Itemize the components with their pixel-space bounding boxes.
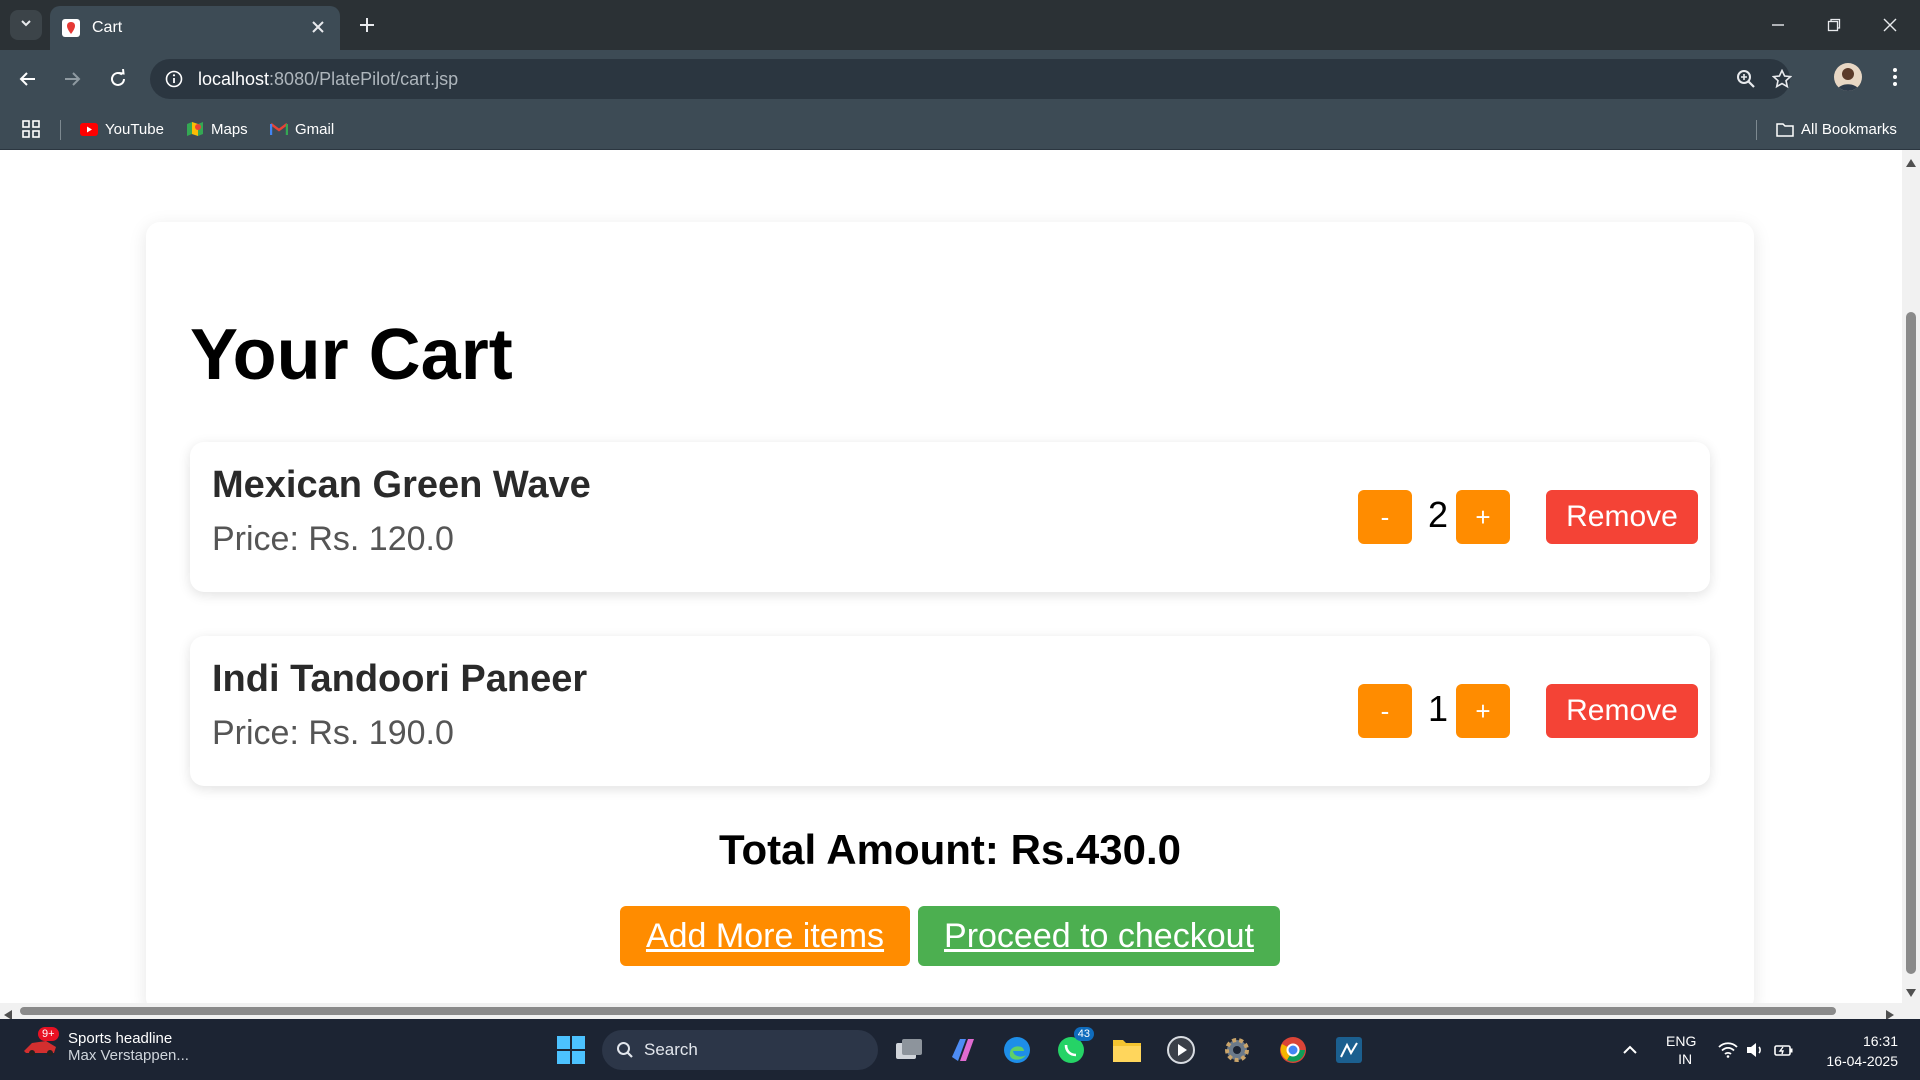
increase-quantity-button[interactable]: +: [1456, 490, 1510, 544]
forward-arrow-icon[interactable]: [56, 63, 88, 95]
taskbar-search[interactable]: Search: [602, 1030, 878, 1070]
battery-icon[interactable]: [1774, 1019, 1794, 1080]
language-indicator[interactable]: ENG IN: [1666, 1019, 1696, 1080]
system-clock[interactable]: 16:31 16-04-2025: [1808, 1031, 1898, 1071]
add-more-items-link[interactable]: Add More items: [620, 906, 910, 966]
show-hidden-icons-chevron[interactable]: [1622, 1019, 1638, 1080]
bookmark-gmail[interactable]: Gmail: [270, 116, 334, 142]
horizontal-scrollbar[interactable]: [0, 1003, 1920, 1020]
reload-icon[interactable]: [102, 63, 134, 95]
bookmark-youtube[interactable]: YouTube: [80, 116, 164, 142]
mysql-workbench-icon[interactable]: [1332, 1033, 1366, 1067]
sports-car-icon: 9+: [22, 1027, 59, 1065]
all-bookmarks-button[interactable]: All Bookmarks: [1776, 116, 1897, 142]
vertical-scroll-thumb[interactable]: [1906, 312, 1916, 974]
gmail-icon: [270, 120, 288, 138]
all-bookmarks-label: All Bookmarks: [1801, 120, 1897, 138]
tab-search-button[interactable]: [10, 10, 42, 40]
copilot-icon[interactable]: [946, 1033, 980, 1067]
remove-item-button[interactable]: Remove: [1546, 490, 1698, 544]
restore-icon[interactable]: [1806, 0, 1862, 50]
item-price: Price: Rs. 120.0: [212, 520, 454, 558]
news-badge: 9+: [38, 1027, 59, 1041]
quantity-value: 1: [1427, 688, 1449, 729]
decrease-quantity-button[interactable]: -: [1358, 490, 1412, 544]
wifi-icon[interactable]: [1718, 1019, 1738, 1080]
item-name: Indi Tandoori Paneer: [212, 658, 588, 700]
chevron-down-icon: [19, 16, 33, 35]
tab-strip: Cart: [0, 0, 1920, 50]
decrease-quantity-button[interactable]: -: [1358, 684, 1412, 738]
new-tab-button[interactable]: [352, 10, 382, 40]
news-widget[interactable]: 9+ Sports headline Max Verstappen...: [22, 1027, 189, 1065]
close-tab-icon[interactable]: [308, 17, 328, 40]
bookmarks-separator: [60, 120, 61, 140]
search-placeholder: Search: [644, 1040, 698, 1059]
bookmarks-separator: [1756, 120, 1757, 140]
whatsapp-badge: 43: [1073, 1027, 1094, 1041]
site-info-icon[interactable]: [164, 69, 184, 89]
apps-grid-icon[interactable]: [22, 116, 40, 142]
horizontal-scroll-thumb[interactable]: [20, 1007, 1836, 1015]
windows-taskbar: 9+ Sports headline Max Verstappen... Sea…: [0, 1019, 1920, 1080]
cart-item: Mexican Green Wave Price: Rs. 120.0 - 2 …: [190, 442, 1710, 592]
clock-date: 16-04-2025: [1826, 1053, 1898, 1069]
item-price: Price: Rs. 190.0: [212, 714, 454, 752]
whatsapp-icon[interactable]: 43: [1054, 1027, 1094, 1067]
address-bar[interactable]: localhost :8080/PlatePilot/cart.jsp: [150, 59, 1793, 99]
bookmark-star-icon[interactable]: [1771, 68, 1793, 89]
media-player-icon[interactable]: [1164, 1033, 1198, 1067]
bookmark-maps[interactable]: Maps: [186, 116, 248, 142]
proceed-to-checkout-link[interactable]: Proceed to checkout: [918, 906, 1280, 966]
windows-start-icon[interactable]: [556, 1035, 586, 1065]
tab-title: Cart: [92, 19, 123, 36]
news-subtitle: Max Verstappen...: [68, 1047, 189, 1064]
zoom-icon[interactable]: [1736, 69, 1756, 89]
profile-avatar[interactable]: [1834, 63, 1862, 91]
file-explorer-icon[interactable]: [1110, 1033, 1144, 1067]
bookmarks-bar: YouTube Maps Gmail All Bookmarks: [0, 108, 1920, 150]
page-viewport: Your Cart Mexican Green Wave Price: Rs. …: [0, 150, 1902, 1003]
item-name: Mexican Green Wave: [212, 464, 591, 506]
task-view-icon[interactable]: [892, 1033, 926, 1067]
folder-icon: [1776, 120, 1794, 138]
browser-toolbar: localhost :8080/PlatePilot/cart.jsp: [0, 50, 1920, 108]
region-label: IN: [1678, 1050, 1693, 1067]
clock-time: 16:31: [1862, 1033, 1898, 1049]
cart-item: Indi Tandoori Paneer Price: Rs. 190.0 - …: [190, 636, 1710, 786]
maps-icon: [186, 120, 204, 138]
search-icon: [616, 1041, 634, 1059]
page-title: Your Cart: [190, 315, 513, 395]
tab-cart[interactable]: Cart: [50, 6, 340, 50]
quantity-value: 2: [1427, 494, 1449, 535]
scroll-up-arrow-icon[interactable]: [1906, 154, 1916, 172]
increase-quantity-button[interactable]: +: [1456, 684, 1510, 738]
bookmark-label: Gmail: [295, 120, 335, 138]
pin-favicon-icon: [62, 19, 80, 37]
scroll-down-arrow-icon[interactable]: [1906, 984, 1916, 1002]
news-title: Sports headline: [68, 1030, 173, 1047]
vertical-scrollbar[interactable]: [1902, 150, 1920, 1003]
more-menu-icon[interactable]: [1880, 62, 1910, 92]
url-host: localhost: [198, 68, 270, 89]
language-label: ENG: [1666, 1032, 1697, 1049]
minimize-icon[interactable]: [1750, 0, 1806, 50]
cart-container: Your Cart Mexican Green Wave Price: Rs. …: [146, 222, 1754, 1003]
url-path: :8080/PlatePilot/cart.jsp: [269, 68, 459, 89]
back-arrow-icon[interactable]: [12, 63, 44, 95]
bookmark-label: YouTube: [105, 120, 164, 138]
volume-icon[interactable]: [1746, 1019, 1764, 1080]
chrome-icon[interactable]: [1276, 1033, 1310, 1067]
total-amount: Total Amount: Rs.430.0: [718, 826, 1182, 873]
edge-browser-icon[interactable]: [1000, 1033, 1034, 1067]
settings-gear-icon[interactable]: [1220, 1033, 1254, 1067]
remove-item-button[interactable]: Remove: [1546, 684, 1698, 738]
close-window-icon[interactable]: [1862, 0, 1918, 50]
bookmark-label: Maps: [211, 120, 248, 138]
youtube-icon: [80, 120, 98, 138]
